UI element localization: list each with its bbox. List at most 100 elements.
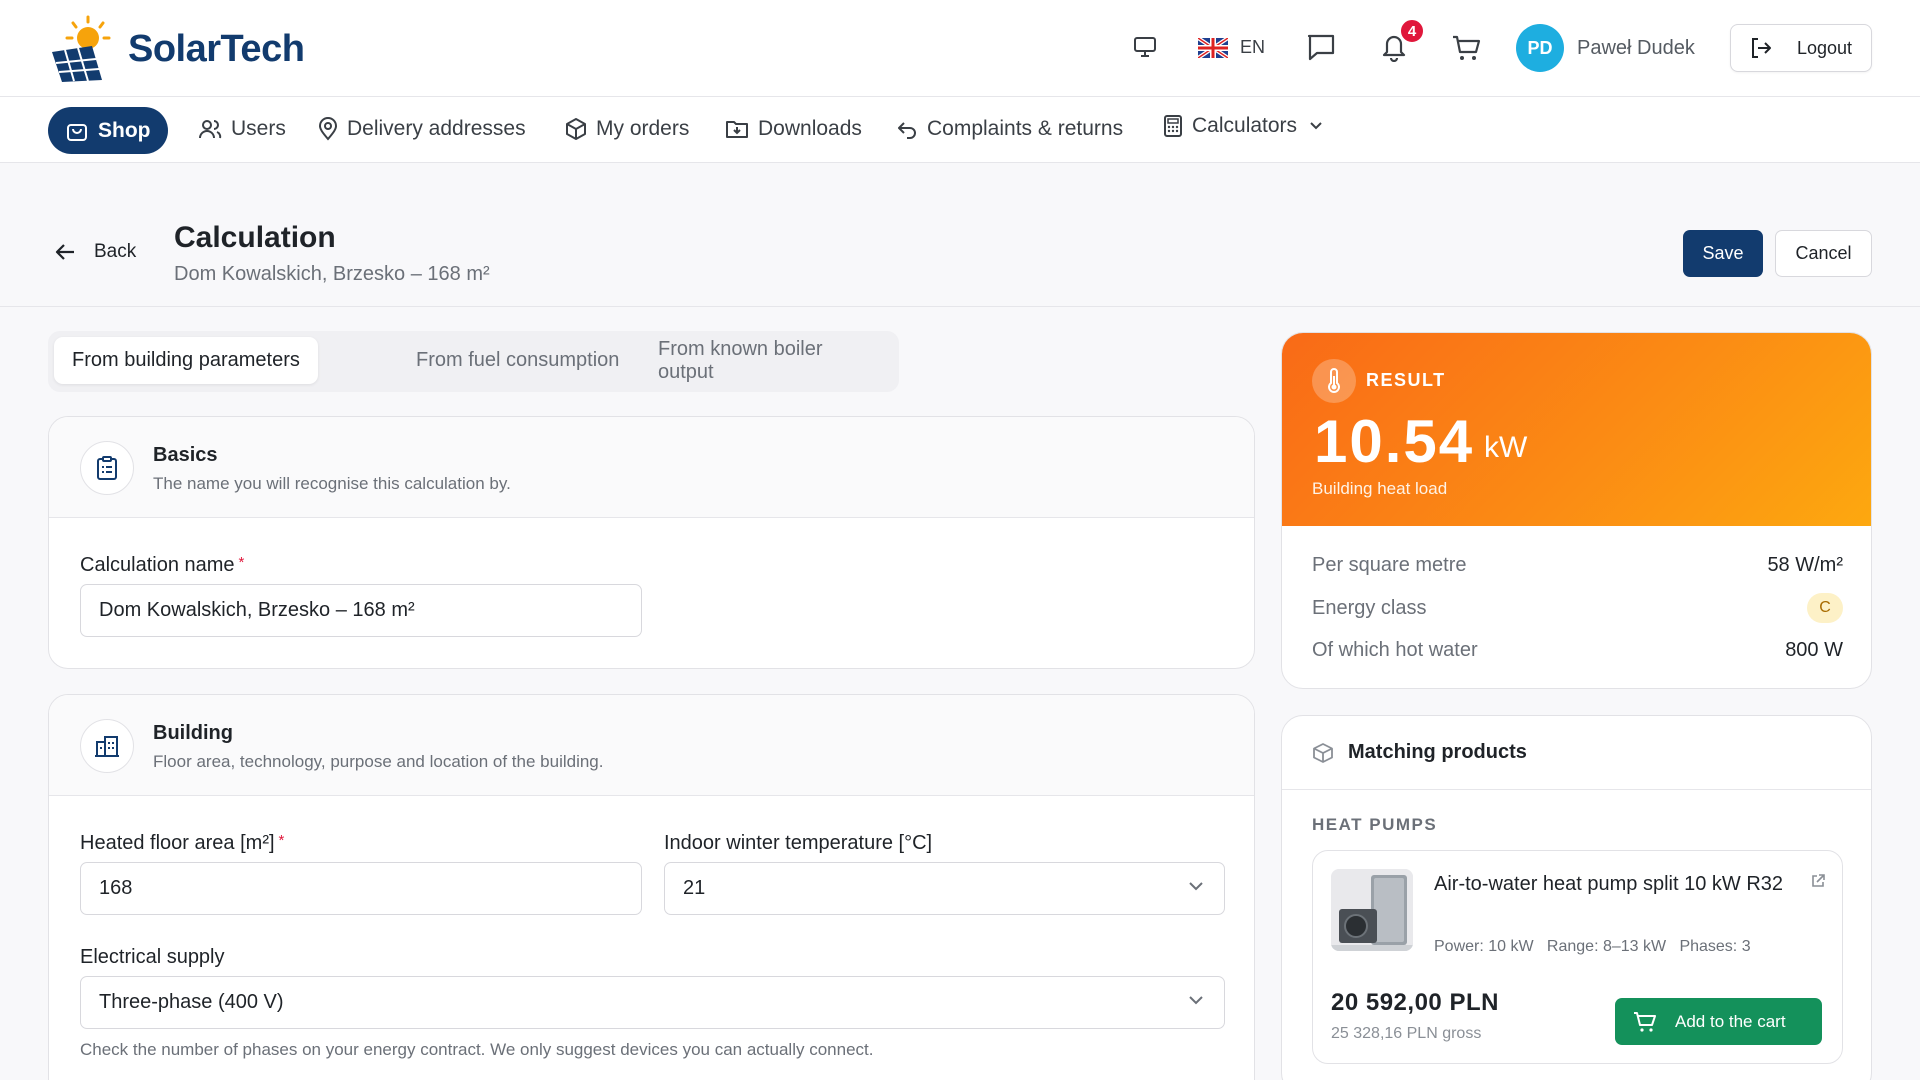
back-button[interactable]: Back xyxy=(54,241,136,263)
basics-title: Basics xyxy=(153,444,218,466)
result-label: RESULT xyxy=(1366,370,1446,390)
cart-icon xyxy=(1453,35,1481,60)
basics-card-header: Basics The name you will recognise this … xyxy=(49,417,1254,518)
heat-pumps-section-label: HEAT PUMPS xyxy=(1312,815,1438,834)
nav-calculators-label: Calculators xyxy=(1192,114,1298,137)
matching-products-title: Matching products xyxy=(1348,741,1527,763)
nav-downloads-label: Downloads xyxy=(758,117,862,140)
save-button[interactable]: Save xyxy=(1683,230,1763,277)
tab-boiler-output[interactable]: From known boiler output xyxy=(640,337,899,384)
nav-complaints-returns-label: Complaints & returns xyxy=(927,117,1124,140)
building-description: Floor area, technology, purpose and loca… xyxy=(153,752,604,771)
calculator-icon xyxy=(1164,115,1182,137)
display-mode-button[interactable] xyxy=(1133,36,1157,58)
add-to-cart-label: Add to the cart xyxy=(1675,1011,1786,1031)
matching-products-card: Matching products HEAT PUMPS Air-to-wate… xyxy=(1281,715,1872,1080)
floor-area-label-text: Heated floor area [m²] xyxy=(80,832,275,854)
result-summary: RESULT 10.54 kW Building heat load xyxy=(1282,333,1871,526)
matching-products-header: Matching products xyxy=(1282,716,1871,790)
building-card-header: Building Floor area, technology, purpose… xyxy=(49,695,1254,796)
messages-button[interactable] xyxy=(1306,33,1336,61)
result-row-per-square-metre: Per square metre 58 W/m² xyxy=(1312,550,1843,580)
energy-class-badge: C xyxy=(1807,593,1843,623)
page-title: Calculation xyxy=(174,221,336,254)
cancel-button[interactable]: Cancel xyxy=(1775,230,1872,277)
nav-users-label: Users xyxy=(231,117,286,140)
building-icon xyxy=(80,719,134,773)
result-subtitle: Building heat load xyxy=(1312,479,1448,498)
box-icon xyxy=(1313,743,1333,763)
notification-count-badge: 4 xyxy=(1399,18,1425,44)
brand-logo[interactable]: SolarTech xyxy=(48,14,305,84)
calculation-method-tabs: From building parameters From fuel consu… xyxy=(48,331,899,392)
basics-description: The name you will recognise this calcula… xyxy=(153,474,511,493)
page-title-bar: Back Calculation Dom Kowalskich, Brzesko… xyxy=(0,163,1920,307)
product-name[interactable]: Air-to-water heat pump split 10 kW R32 xyxy=(1434,870,1794,899)
folder-download-icon xyxy=(726,121,748,138)
nav-delivery-addresses[interactable]: Delivery addresses xyxy=(318,117,526,141)
external-link-icon[interactable] xyxy=(1810,873,1826,889)
nav-shop[interactable]: Shop xyxy=(48,107,168,154)
cart-icon xyxy=(1634,1011,1656,1032)
product-gross-price: 25 328,16 PLN gross xyxy=(1331,1025,1482,1042)
calculation-name-label: Calculation name * xyxy=(80,554,244,577)
clipboard-icon xyxy=(80,441,134,495)
top-header: SolarTech EN 4 PD Paweł Dudek Logout xyxy=(0,0,1920,97)
tab-fuel-consumption[interactable]: From fuel consumption xyxy=(398,337,637,384)
arrow-left-icon xyxy=(55,244,74,260)
nav-downloads[interactable]: Downloads xyxy=(725,117,862,141)
basics-card: Basics The name you will recognise this … xyxy=(48,416,1255,669)
electrical-supply-hint: Check the number of phases on your energ… xyxy=(80,1040,874,1059)
result-card: RESULT 10.54 kW Building heat load Per s… xyxy=(1281,332,1872,689)
result-row-key: Per square metre xyxy=(1312,553,1467,576)
result-row-energy-class: Energy class C xyxy=(1312,593,1843,623)
building-title: Building xyxy=(153,722,233,744)
calculation-name-label-text: Calculation name xyxy=(80,554,235,576)
thermometer-icon xyxy=(1312,359,1356,403)
add-to-cart-button[interactable]: Add to the cart xyxy=(1615,998,1822,1045)
users-icon xyxy=(199,120,222,139)
back-label: Back xyxy=(94,241,137,262)
tab-building-parameters[interactable]: From building parameters xyxy=(54,337,318,384)
return-arrow-icon xyxy=(898,122,916,139)
package-icon xyxy=(566,118,586,140)
result-row-value: 800 W xyxy=(1785,638,1843,661)
product-item[interactable]: Air-to-water heat pump split 10 kW R32 P… xyxy=(1312,850,1843,1064)
nav-delivery-addresses-label: Delivery addresses xyxy=(347,117,526,140)
user-avatar[interactable]: PD xyxy=(1516,24,1564,72)
chat-icon xyxy=(1307,34,1335,61)
nav-shop-label: Shop xyxy=(98,118,151,142)
chevron-down-icon xyxy=(1310,122,1322,130)
language-code: EN xyxy=(1240,37,1266,57)
calculation-name-input[interactable]: Dom Kowalskich, Brzesko – 168 m² xyxy=(80,584,642,637)
indoor-temperature-value: 21 xyxy=(683,877,706,899)
result-unit: kW xyxy=(1484,431,1528,464)
product-price: 20 592,00 PLN xyxy=(1331,989,1499,1016)
nav-calculators[interactable]: Calculators xyxy=(1163,114,1323,138)
result-row-key: Energy class xyxy=(1312,596,1427,619)
nav-my-orders[interactable]: My orders xyxy=(565,117,689,141)
product-specs: Power: 10 kW Range: 8–13 kW Phases: 3 xyxy=(1434,938,1751,955)
language-selector[interactable]: EN xyxy=(1198,37,1265,58)
page-subtitle: Dom Kowalskich, Brzesko – 168 m² xyxy=(174,263,490,285)
indoor-temperature-select[interactable]: 21 xyxy=(664,862,1225,915)
user-name[interactable]: Paweł Dudek xyxy=(1577,37,1695,60)
brand-name: SolarTech xyxy=(128,27,305,70)
solar-logo-icon xyxy=(52,15,111,82)
result-row-key: Of which hot water xyxy=(1312,638,1478,661)
chevron-down-icon xyxy=(1189,996,1203,1005)
required-mark: * xyxy=(238,554,245,571)
logout-button[interactable]: Logout xyxy=(1730,24,1872,72)
nav-my-orders-label: My orders xyxy=(596,117,690,140)
floor-area-input[interactable]: 168 xyxy=(80,862,642,915)
nav-complaints-returns[interactable]: Complaints & returns xyxy=(896,117,1123,141)
chevron-down-icon xyxy=(1189,882,1203,891)
logout-icon xyxy=(1752,38,1771,58)
required-mark: * xyxy=(278,832,285,849)
nav-users[interactable]: Users xyxy=(198,117,286,141)
floor-area-label: Heated floor area [m²] * xyxy=(80,832,284,855)
electrical-supply-select[interactable]: Three-phase (400 V) xyxy=(80,976,1225,1029)
result-row-hot-water: Of which hot water 800 W xyxy=(1312,635,1843,665)
electrical-supply-label: Electrical supply xyxy=(80,946,225,968)
cart-button[interactable] xyxy=(1451,34,1481,62)
